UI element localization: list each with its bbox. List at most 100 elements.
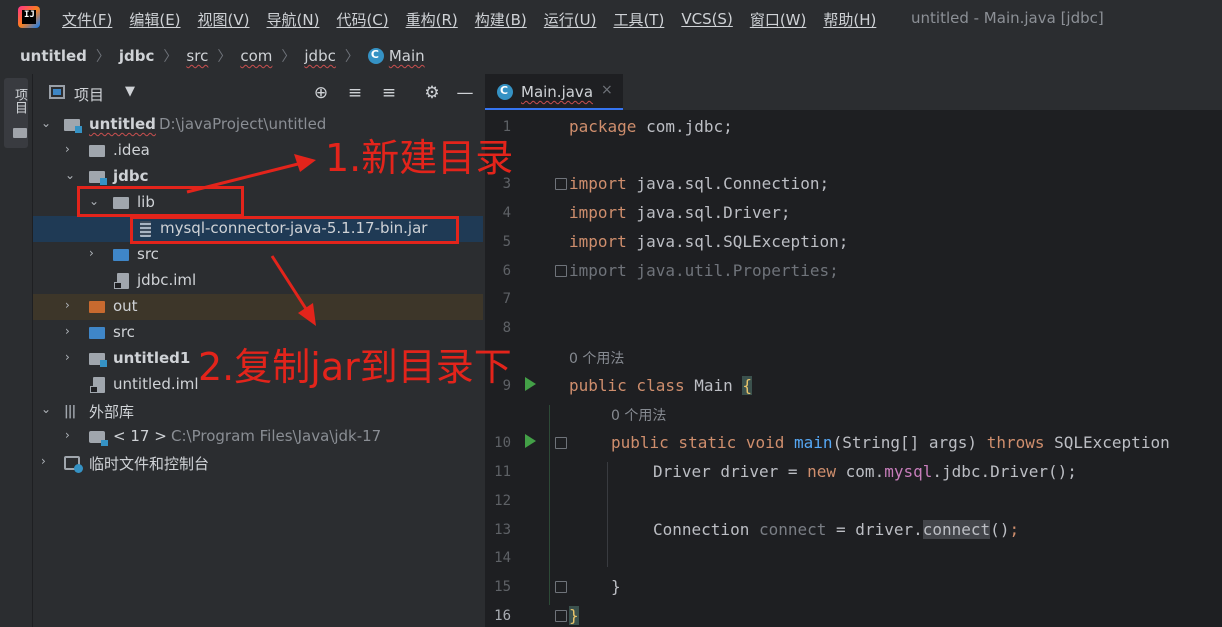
excluded-folder-icon [89,301,105,313]
locate-icon[interactable]: ⊕ [310,82,332,104]
tree-item-label: 外部库 [89,403,135,421]
editor-tab-bar: Main.java × [485,74,1222,110]
tree-item-label: untitled [89,115,156,133]
indent-guide [607,462,608,567]
iml-file-icon [90,377,105,393]
chevron-right-icon[interactable]: › [41,454,46,468]
tree-item-out[interactable]: › out [33,294,483,320]
menu-code[interactable]: 代码(C) [336,9,388,30]
tree-item-external-libraries[interactable]: ⌄ ||| 外部库 [33,398,483,424]
gear-icon[interactable]: ⚙ [421,82,443,104]
code-function: main [784,433,833,452]
tree-item-label: untitled1 [113,349,191,367]
breadcrumb: untitled 〉 jdbc 〉 src 〉 com 〉 jdbc 〉 Mai… [0,40,1222,72]
chevron-right-icon[interactable]: › [89,246,94,260]
usage-hint[interactable]: 0 个用法 [569,348,624,368]
code-line-4: import java.sql.Driver; [569,203,791,222]
menu-build[interactable]: 构建(B) [475,9,527,30]
code-line-15: } [611,577,621,596]
breadcrumb-item[interactable]: jdbc [119,47,155,65]
chevron-down-icon[interactable]: ⌄ [41,116,51,130]
run-icon[interactable] [525,377,536,391]
tab-main-java[interactable]: Main.java × [485,74,623,110]
code-line-6: import java.util.Properties; [569,261,839,280]
breadcrumb-item[interactable]: Main [389,47,425,65]
scope-guide [549,405,550,605]
fold-icon[interactable] [555,437,567,449]
code-line-5: import java.sql.SQLException; [569,232,848,251]
tree-item-path: D:\javaProject\untitled [159,115,327,133]
chevron-right-icon[interactable]: › [65,298,70,312]
menu-window[interactable]: 窗口(W) [750,9,807,30]
line-number: 15 [494,579,511,595]
code-area[interactable]: package com.jdbc; import java.sql.Connec… [549,110,1222,627]
folder-icon [89,145,105,157]
code-line-16: } [569,606,579,625]
code-keyword: public class [569,376,685,395]
chevron-right-icon[interactable]: › [65,324,70,338]
breadcrumb-item[interactable]: com [240,47,272,65]
tree-item-label: .idea [113,141,150,159]
chevron-right-icon[interactable]: › [65,428,70,442]
menu-vcs[interactable]: VCS(S) [681,10,732,28]
code-text: com.jdbc; [636,117,733,136]
intellij-logo-icon[interactable]: IJ [18,6,40,28]
code-editor[interactable]: Main.java × 1 3 4 5 6 7 8 9 10 11 12 13 … [485,74,1222,627]
code-reference: mysql [884,462,933,481]
breadcrumb-item[interactable]: src [186,47,208,65]
logo-text: IJ [24,10,35,20]
java-class-icon [497,84,513,100]
chevron-right-icon: 〉 [344,49,359,65]
iml-file-icon [114,273,129,289]
line-number: 11 [494,464,511,480]
usage-hint[interactable]: 0 个用法 [611,405,666,425]
fold-icon[interactable] [555,265,567,277]
scratches-icon [64,456,83,473]
code-brace: } [569,606,579,625]
code-line-3: import java.sql.Connection; [569,174,829,193]
tree-item-scratches[interactable]: › 临时文件和控制台 [33,450,483,476]
code-keyword: public static void [611,433,785,452]
tree-item-label: < 17 > [113,427,167,445]
line-number: 16 [494,608,511,624]
menu-run[interactable]: 运行(U) [544,9,597,30]
chevron-right-icon[interactable]: › [65,350,70,364]
close-icon[interactable]: × [601,82,613,98]
code-semicolon: ; [1009,520,1020,539]
window-title: untitled - Main.java [jdbc] [911,9,1104,27]
hide-icon[interactable]: — [454,82,476,104]
fold-icon[interactable] [555,610,567,622]
tree-item-jdk[interactable]: › < 17 > C:\Program Files\Java\jdk-17 [33,424,483,450]
code-line-13: Connection connect = driver.connect(); [653,520,1019,539]
chevron-down-icon[interactable]: ⌄ [41,402,51,416]
breadcrumb-item[interactable]: untitled [20,47,87,65]
line-number: 14 [494,550,511,566]
code-brace: { [742,376,753,395]
code-variable: connect [758,520,827,539]
line-number: 8 [502,320,511,336]
tree-item-jdbc-src[interactable]: › src [33,242,483,268]
project-tool-button[interactable]: 项目 [4,78,28,148]
menu-navigate[interactable]: 导航(N) [267,9,320,30]
menu-edit[interactable]: 编辑(E) [129,9,180,30]
tree-item-jdbc-iml[interactable]: jdbc.iml [33,268,483,294]
run-icon[interactable] [525,434,536,448]
library-icon: ||| [64,404,76,419]
chevron-right-icon[interactable]: › [65,142,70,156]
menu-refactor[interactable]: 重构(R) [406,9,458,30]
breadcrumb-item[interactable]: jdbc [304,47,335,65]
project-panel-title[interactable]: 项目 [74,84,104,105]
menu-view[interactable]: 视图(V) [198,9,250,30]
menu-help[interactable]: 帮助(H) [823,9,876,30]
chevron-down-icon[interactable]: ⌄ [65,168,75,182]
chevron-right-icon: 〉 [163,49,178,65]
java-class-icon [367,48,384,64]
menu-file[interactable]: 文件(F) [62,9,112,30]
expand-all-icon[interactable]: ≡ [344,82,366,104]
menu-tools[interactable]: 工具(T) [613,9,664,30]
code-text: Driver driver = [653,462,808,481]
collapse-all-icon[interactable]: ≡ [378,82,400,104]
fold-icon[interactable] [555,178,567,190]
fold-icon[interactable] [555,581,567,593]
chevron-down-icon[interactable]: ▼ [125,84,135,99]
